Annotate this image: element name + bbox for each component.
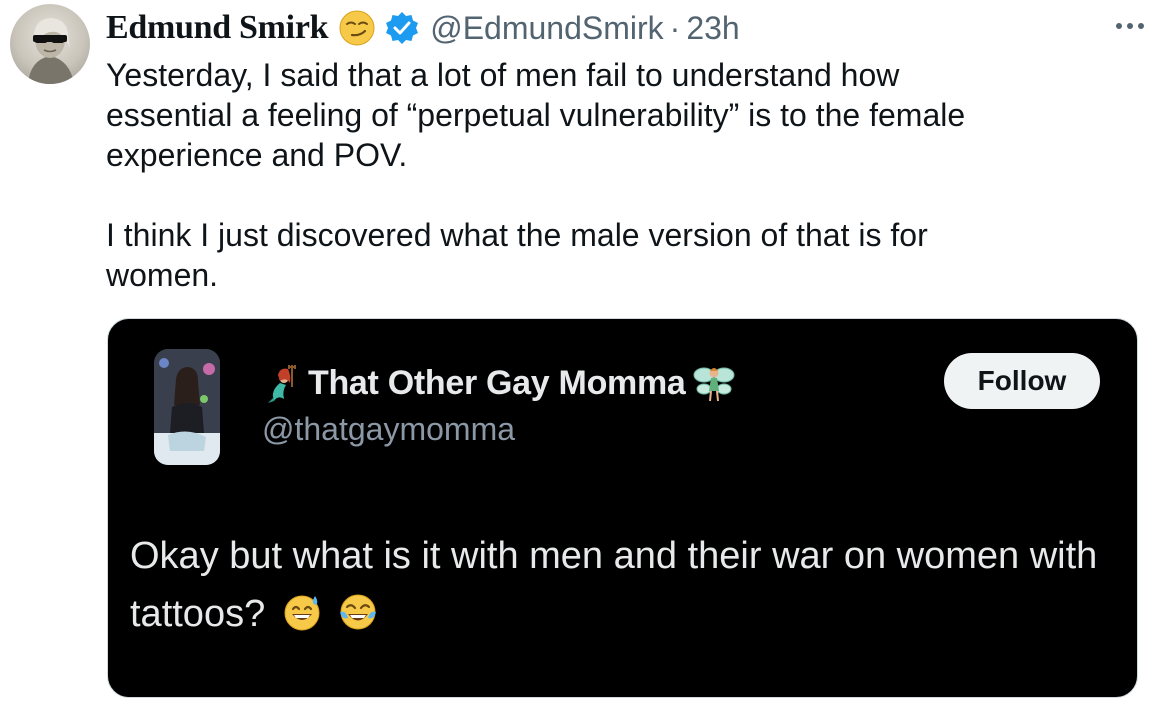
verified-badge-icon (384, 10, 420, 46)
author-name[interactable]: Edmund Smirk (106, 9, 329, 47)
tears-of-joy-emoji-icon (338, 591, 378, 631)
quoted-tweet-text: Okay but what is it with men and their w… (130, 527, 1110, 643)
quoted-author-avatar[interactable] (154, 349, 220, 465)
quoted-name-row: That Other Gay Momma (260, 361, 736, 405)
more-options-icon[interactable] (1108, 14, 1152, 38)
mermaid-icon (260, 361, 304, 405)
quoted-avatar-photo-icon (154, 349, 220, 465)
follow-button[interactable]: Follow (944, 353, 1100, 409)
author-handle[interactable]: @EdmundSmirk (430, 10, 663, 47)
smirk-emoji-icon (338, 9, 376, 47)
tweet-timestamp[interactable]: 23h (686, 10, 739, 47)
author-avatar[interactable] (10, 4, 90, 84)
sweat-smile-emoji-icon (282, 591, 322, 631)
separator-dot: · (669, 9, 681, 46)
quoted-author-handle[interactable]: @thatgaymomma (262, 411, 515, 448)
fairy-icon (692, 361, 736, 405)
tweet-text: Yesterday, I said that a lot of men fail… (106, 57, 966, 293)
quoted-text-content: Okay but what is it with men and their w… (130, 535, 1098, 635)
quoted-tweet-card[interactable]: That Other Gay Momma @thatgaymomma Follo… (107, 318, 1138, 698)
quoted-author-name[interactable]: That Other Gay Momma (308, 364, 686, 403)
avatar-portrait-icon (28, 18, 74, 84)
tweet-header: Edmund Smirk @EdmundSmirk · 23h (106, 6, 1138, 50)
